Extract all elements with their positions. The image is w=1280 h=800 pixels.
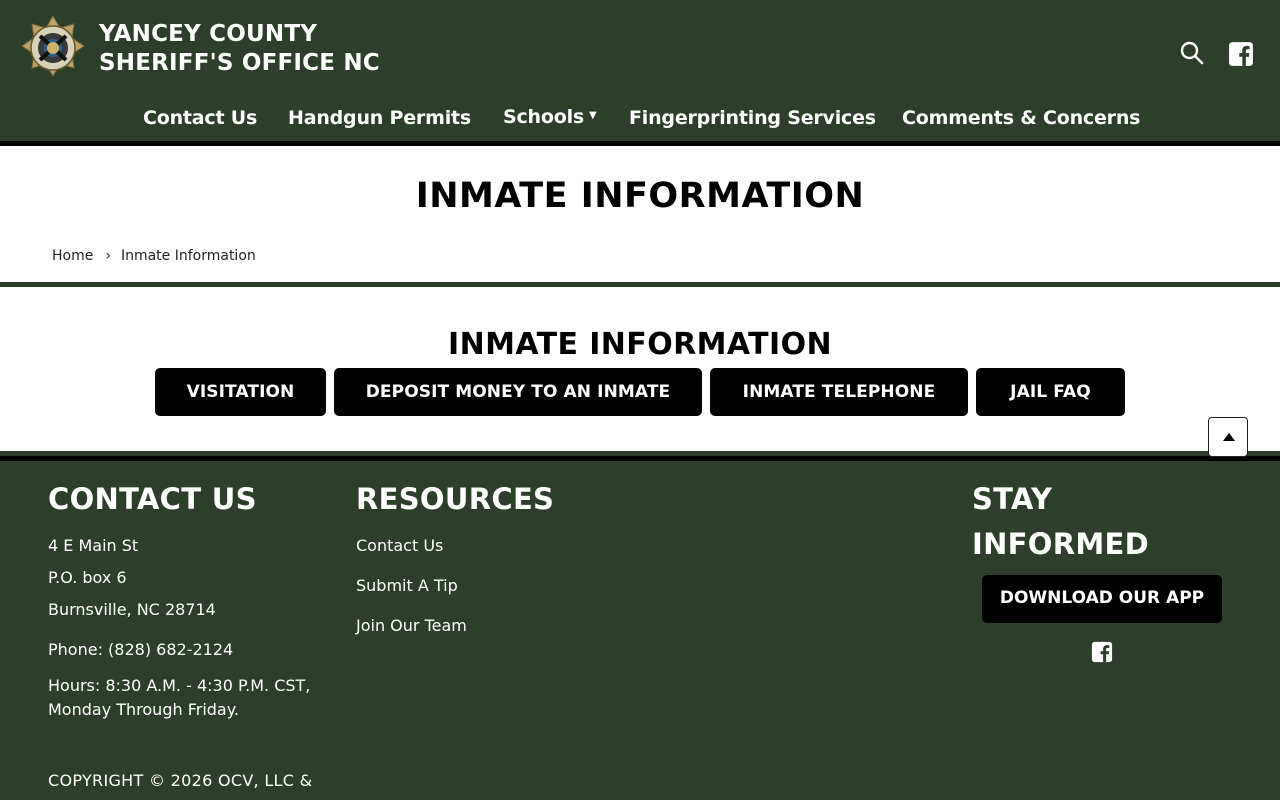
facebook-icon[interactable]	[1091, 641, 1113, 663]
facebook-icon[interactable]	[1228, 41, 1254, 67]
sheriff-badge-logo[interactable]	[20, 14, 86, 86]
caret-down-icon: ▼	[589, 110, 597, 121]
nav-item-comments-concerns[interactable]: Comments & Concerns	[902, 107, 1140, 129]
footer-hours-line1: Hours: 8:30 A.M. - 4:30 P.M. CST,	[48, 676, 311, 695]
breadcrumb-current: Inmate Information	[120, 248, 256, 264]
main-nav: Contact Us Handgun Permits Schools ▼ Fing…	[0, 103, 1280, 139]
site-header: YANCEY COUNTY SHERIFF'S OFFICE NC Contac…	[0, 0, 1280, 141]
nav-item-label: Comments & Concerns	[902, 107, 1141, 129]
site-title-line2: SHERIFF'S OFFICE NC	[99, 50, 380, 76]
nav-item-schools[interactable]: Schools ▼	[503, 106, 597, 128]
page-title: INMATE INFORMATION	[415, 176, 865, 216]
breadcrumb-separator-icon: ›	[105, 248, 111, 264]
breadcrumb: Home › Inmate Information	[52, 248, 256, 264]
inmate-telephone-button[interactable]: INMATE TELEPHONE	[710, 368, 968, 416]
main-content: INMATE INFORMATION VISITATION DEPOSIT MO…	[0, 287, 1280, 451]
nav-item-label: Fingerprinting Services	[629, 107, 876, 129]
page-title-band: INMATE INFORMATION Home › Inmate Informati…	[0, 146, 1280, 282]
footer-hours-line2: Monday Through Friday.	[48, 700, 239, 719]
deposit-money-button[interactable]: DEPOSIT MONEY TO AN INMATE	[334, 368, 702, 416]
footer-address-line2: P.O. box 6	[48, 568, 127, 587]
footer-stay-informed-heading: STAY INFORMED	[972, 477, 1149, 567]
footer-stay-line1: STAY	[972, 482, 1053, 516]
footer-phone[interactable]: Phone: (828) 682-2124	[48, 640, 233, 659]
footer-link-join-team[interactable]: Join Our Team	[356, 616, 467, 635]
jail-faq-button[interactable]: JAIL FAQ	[976, 368, 1125, 416]
site-footer: CONTACT US 4 E Main St P.O. box 6 Burnsv…	[0, 461, 1280, 800]
nav-item-handgun-permits[interactable]: Handgun Permits	[288, 107, 471, 129]
footer-contact-heading: CONTACT US	[48, 482, 257, 516]
footer-stay-line2: INFORMED	[972, 527, 1149, 561]
breadcrumb-home-link[interactable]: Home	[52, 248, 93, 264]
footer-link-submit-tip[interactable]: Submit A Tip	[356, 576, 458, 595]
visitation-button[interactable]: VISITATION	[155, 368, 326, 416]
footer-copyright: COPYRIGHT © 2026 OCV, LLC &	[48, 771, 313, 790]
footer-address-line1: 4 E Main St	[48, 536, 139, 555]
arrow-up-icon	[1223, 433, 1235, 441]
search-icon[interactable]	[1179, 40, 1205, 66]
nav-item-fingerprinting-services[interactable]: Fingerprinting Services	[629, 107, 876, 129]
nav-item-label: Contact Us	[143, 107, 258, 129]
nav-item-contact-us[interactable]: Contact Us	[143, 107, 257, 129]
footer-link-contact-us[interactable]: Contact Us	[356, 536, 443, 555]
footer-resources-heading: RESOURCES	[356, 482, 555, 516]
scroll-to-top-button[interactable]	[1208, 417, 1248, 457]
section-title: INMATE INFORMATION	[448, 327, 832, 362]
site-title[interactable]: YANCEY COUNTY SHERIFF'S OFFICE NC	[99, 20, 380, 78]
site-title-line1: YANCEY COUNTY	[99, 21, 318, 47]
nav-item-label: Handgun Permits	[288, 107, 472, 129]
nav-item-label: Schools	[503, 106, 585, 128]
download-app-button[interactable]: DOWNLOAD OUR APP	[982, 575, 1222, 623]
footer-address-line3: Burnsville, NC 28714	[48, 600, 216, 619]
